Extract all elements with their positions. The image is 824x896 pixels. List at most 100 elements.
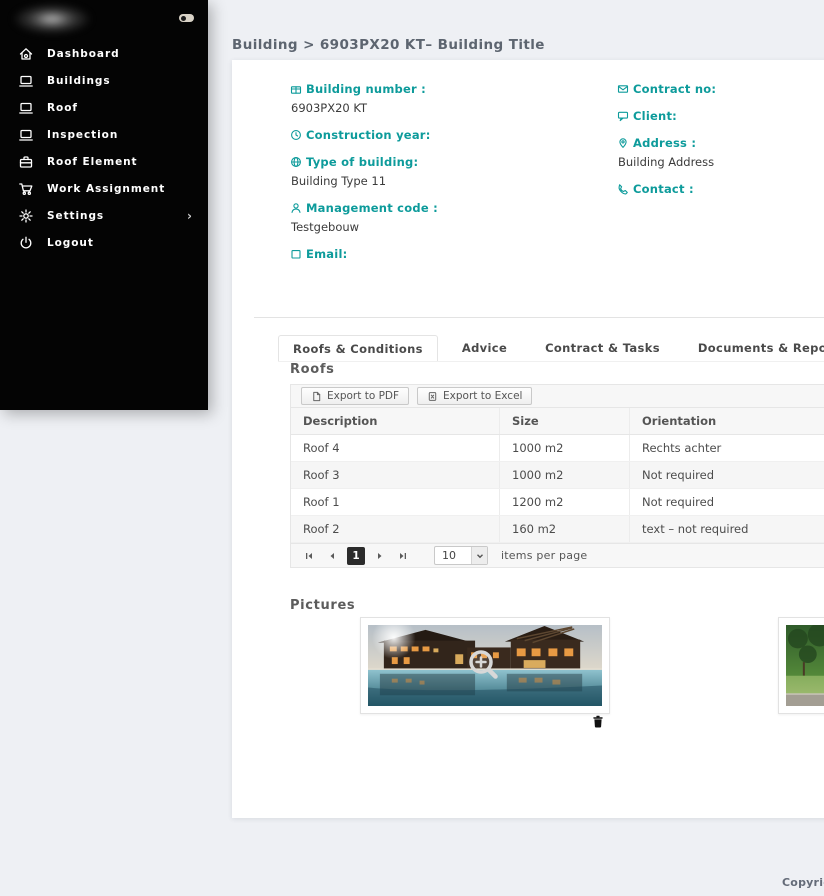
cell-description: Roof 2 bbox=[291, 516, 499, 542]
field-value: 6903PX20 KT bbox=[291, 101, 590, 115]
field-management-code: Management code : Testgebouw bbox=[290, 201, 590, 234]
section-divider bbox=[254, 317, 824, 318]
grid-body: Roof 4 1000 m2 Rechts achter Roof 3 1000… bbox=[291, 435, 824, 543]
zoom-in-icon[interactable] bbox=[465, 646, 505, 686]
copyright-text: Copyright bbox=[782, 876, 824, 889]
field-label: Type of building: bbox=[306, 155, 418, 169]
tab-roofs-conditions[interactable]: Roofs & Conditions bbox=[278, 335, 438, 361]
field-contract-no: Contract no: bbox=[617, 82, 824, 96]
table-row[interactable]: Roof 1 1200 m2 Not required bbox=[291, 489, 824, 516]
export-excel-button[interactable]: Export to Excel bbox=[417, 387, 532, 405]
envelope-icon bbox=[617, 83, 629, 95]
sidebar-item-inspection[interactable]: Inspection bbox=[0, 121, 208, 148]
globe-icon bbox=[290, 156, 302, 168]
sidebar-item-label: Work Assignment bbox=[47, 183, 165, 195]
chat-icon bbox=[617, 110, 629, 122]
table-row[interactable]: Roof 2 160 m2 text – not required bbox=[291, 516, 824, 543]
details-left-column: Building number : 6903PX20 KT Constructi… bbox=[290, 82, 590, 274]
table-row[interactable]: Roof 3 1000 m2 Not required bbox=[291, 462, 824, 489]
sidebar-item-label: Dashboard bbox=[47, 48, 120, 60]
sidebar-toggle-icon[interactable] bbox=[179, 14, 194, 22]
picture-thumbnail-house[interactable] bbox=[360, 617, 610, 714]
building-detail-card: Building number : 6903PX20 KT Constructi… bbox=[232, 60, 824, 818]
tab-contract-tasks[interactable]: Contract & Tasks bbox=[531, 335, 674, 361]
grid-pager: 1 10 items per page bbox=[291, 543, 824, 567]
field-construction-year: Construction year: bbox=[290, 128, 590, 142]
pictures-section-title: Pictures bbox=[290, 598, 355, 613]
next-page-icon[interactable] bbox=[372, 548, 388, 564]
field-label: Contract no: bbox=[633, 82, 716, 96]
page-number-button[interactable]: 1 bbox=[347, 547, 365, 565]
grid-header-row: Description Size Orientation bbox=[291, 408, 824, 435]
field-type-of-building: Type of building: Building Type 11 bbox=[290, 155, 590, 188]
app-logo bbox=[12, 4, 92, 34]
field-label: Building number : bbox=[306, 82, 426, 96]
briefcase-icon bbox=[18, 154, 34, 170]
power-icon bbox=[18, 235, 34, 251]
export-excel-label: Export to Excel bbox=[443, 390, 522, 402]
table-row[interactable]: Roof 4 1000 m2 Rechts achter bbox=[291, 435, 824, 462]
field-label: Construction year: bbox=[306, 128, 431, 142]
field-label: Management code : bbox=[306, 201, 438, 215]
breadcrumb: Building > 6903PX20 KT– Building Title bbox=[232, 37, 545, 53]
mail-icon bbox=[290, 248, 302, 260]
roofs-grid: Export to PDF Export to Excel Descriptio… bbox=[290, 384, 824, 568]
chevron-right-icon: › bbox=[187, 209, 192, 223]
delete-picture-icon[interactable] bbox=[592, 715, 604, 728]
sidebar-item-settings[interactable]: Settings › bbox=[0, 202, 208, 229]
tab-advice[interactable]: Advice bbox=[448, 335, 521, 361]
last-page-icon[interactable] bbox=[395, 548, 411, 564]
tab-strip: Roofs & Conditions Advice Contract & Tas… bbox=[278, 335, 824, 362]
phone-icon bbox=[617, 183, 629, 195]
pdf-file-icon bbox=[311, 391, 322, 402]
app-root: Dashboard Buildings Roof Inspection bbox=[0, 0, 824, 896]
field-value: Building Address bbox=[618, 155, 824, 169]
roofs-grid-toolbar: Export to PDF Export to Excel bbox=[291, 385, 824, 408]
sidebar-item-label: Logout bbox=[47, 237, 94, 249]
column-header-orientation[interactable]: Orientation bbox=[629, 408, 824, 434]
field-value: Building Type 11 bbox=[291, 174, 590, 188]
field-label: Address : bbox=[633, 136, 696, 150]
screen-icon bbox=[18, 73, 34, 89]
cell-orientation: text – not required bbox=[629, 516, 824, 542]
chevron-down-icon bbox=[471, 547, 487, 564]
field-label: Client: bbox=[633, 109, 677, 123]
screen-icon bbox=[18, 100, 34, 116]
sidebar-item-roof-element[interactable]: Roof Element bbox=[0, 148, 208, 175]
picture-thumbnail-trees[interactable] bbox=[778, 617, 824, 714]
sidebar-item-buildings[interactable]: Buildings bbox=[0, 67, 208, 94]
home-icon bbox=[18, 46, 34, 62]
sidebar-item-logout[interactable]: Logout bbox=[0, 229, 208, 256]
cell-size: 160 m2 bbox=[499, 516, 629, 542]
map-pin-icon bbox=[617, 137, 629, 149]
field-label: Email: bbox=[306, 247, 347, 261]
cell-orientation: Rechts achter bbox=[629, 435, 824, 461]
sidebar-item-label: Buildings bbox=[47, 75, 111, 87]
house-pool-photo bbox=[368, 625, 602, 706]
field-building-number: Building number : 6903PX20 KT bbox=[290, 82, 590, 115]
cell-description: Roof 3 bbox=[291, 462, 499, 488]
sidebar-item-roof[interactable]: Roof bbox=[0, 94, 208, 121]
page-size-select[interactable]: 10 bbox=[434, 546, 488, 565]
export-pdf-button[interactable]: Export to PDF bbox=[301, 387, 409, 405]
export-pdf-label: Export to PDF bbox=[327, 390, 399, 402]
excel-file-icon bbox=[427, 391, 438, 402]
gear-icon bbox=[18, 208, 34, 224]
cell-size: 1000 m2 bbox=[499, 435, 629, 461]
sidebar-item-dashboard[interactable]: Dashboard bbox=[0, 40, 208, 67]
cell-size: 1000 m2 bbox=[499, 462, 629, 488]
sidebar-item-label: Inspection bbox=[47, 129, 118, 141]
field-client: Client: bbox=[617, 109, 824, 123]
tab-documents-reports[interactable]: Documents & Reports bbox=[684, 335, 824, 361]
sidebar-item-label: Roof Element bbox=[47, 156, 138, 168]
sidebar: Dashboard Buildings Roof Inspection bbox=[0, 0, 208, 410]
sidebar-item-work-assignment[interactable]: Work Assignment bbox=[0, 175, 208, 202]
roofs-section-title: Roofs bbox=[290, 362, 335, 377]
cell-description: Roof 1 bbox=[291, 489, 499, 515]
column-header-description[interactable]: Description bbox=[291, 408, 499, 434]
cell-size: 1200 m2 bbox=[499, 489, 629, 515]
column-header-size[interactable]: Size bbox=[499, 408, 629, 434]
previous-page-icon[interactable] bbox=[324, 548, 340, 564]
person-icon bbox=[290, 202, 302, 214]
first-page-icon[interactable] bbox=[301, 548, 317, 564]
